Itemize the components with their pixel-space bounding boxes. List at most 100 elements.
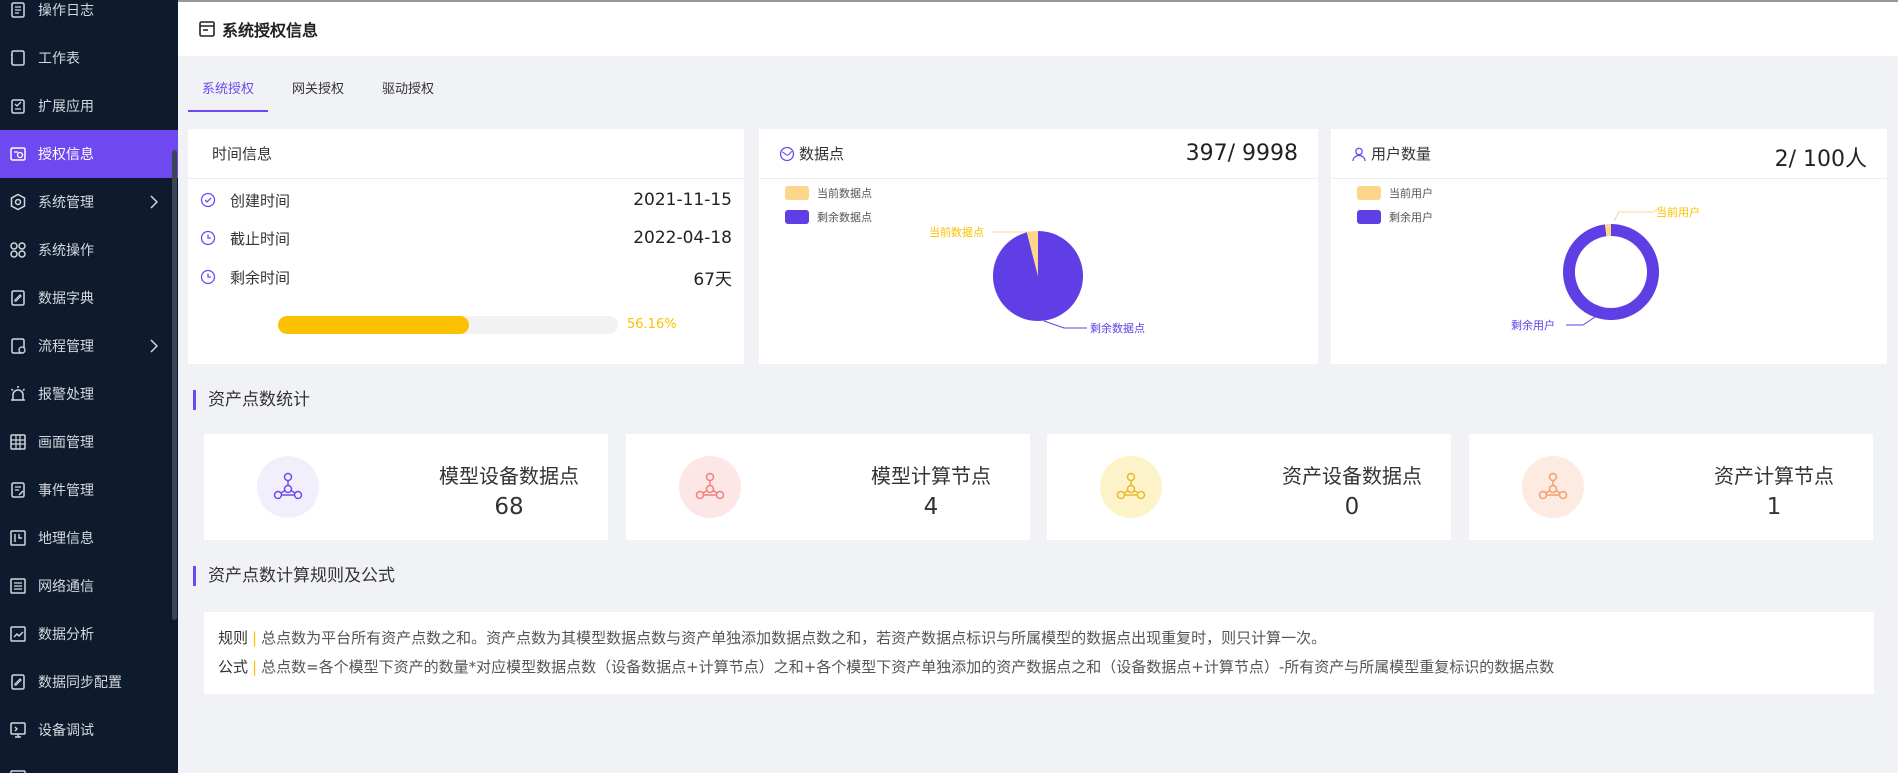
sidebar-item-event-management[interactable]: 事件管理 — [0, 466, 178, 514]
sidebar-item-flow-management[interactable]: 流程管理 — [0, 322, 178, 370]
stat-label: 资产计算节点 — [1714, 464, 1834, 488]
sidebar-item-label: 设备调试 — [38, 723, 94, 739]
user-total: 2/ 100人 — [1774, 147, 1867, 172]
stat-value: 0 — [1344, 494, 1360, 520]
sidebar-item-label: 工作表 — [38, 51, 80, 67]
rules-section-title: 资产点数计算规则及公式 — [193, 566, 395, 586]
sidebar-item-more[interactable] — [0, 754, 178, 773]
datapoint-pie-chart: 当前数据点 剩余数据点 — [929, 225, 1145, 335]
leader-line-remaining — [1043, 320, 1087, 329]
time-info-card: 时间信息 创建时间 2021-11-15 截止时间 2022-04-18 剩余时… — [188, 129, 744, 364]
sidebar-item-operation-log[interactable]: 操作日志 — [0, 0, 178, 34]
stat-value: 1 — [1766, 494, 1782, 520]
sidebar-item-data-dictionary[interactable]: 数据字典 — [0, 274, 178, 322]
check-circle-icon — [200, 192, 216, 208]
sidebar-item-geo-info[interactable]: 地理信息 — [0, 514, 178, 562]
formula-line: 公式 | 总点数=各个模型下资产的数量*对应模型数据点数（设备数据点+计算节点）之和… — [218, 653, 1860, 682]
page-title: 系统授权信息 — [222, 21, 319, 40]
map-icon — [8, 528, 28, 548]
stat-icon-circle — [257, 456, 319, 518]
clock-icon — [200, 230, 216, 246]
stat-value: 68 — [494, 494, 524, 520]
tab-gateway-license[interactable]: 网关授权 — [278, 74, 358, 112]
analysis-icon — [8, 624, 28, 644]
sidebar-item-analysis[interactable]: 数据分析 — [0, 610, 178, 658]
sidebar-item-label: 授权信息 — [38, 147, 94, 163]
network-nodes-icon — [1116, 472, 1146, 500]
clock-icon — [200, 269, 216, 285]
stat-label: 模型计算节点 — [871, 464, 991, 488]
sidebar-item-device-debug[interactable]: 设备调试 — [0, 706, 178, 754]
sidebar-scrollbar[interactable] — [172, 150, 177, 620]
stat-icon-circle — [1522, 456, 1584, 518]
row-label: 创建时间 — [230, 191, 291, 210]
row-value: 67天 — [693, 269, 732, 290]
event-icon — [8, 480, 28, 500]
sidebar-item-label: 报警处理 — [38, 387, 94, 403]
alarm-icon — [8, 384, 28, 404]
sidebar-item-label: 数据字典 — [38, 291, 94, 307]
pie-label-remaining: 剩余用户 — [1511, 318, 1555, 332]
donut-slice-remaining — [1563, 224, 1659, 320]
screen-icon — [8, 432, 28, 452]
sidebar-item-system-operation[interactable]: 系统操作 — [0, 226, 178, 274]
sidebar-item-system-management[interactable]: 系统管理 — [0, 178, 178, 226]
sidebar-item-screen-management[interactable]: 画面管理 — [0, 418, 178, 466]
leader-line-current — [1613, 205, 1663, 222]
sidebar-item-label: 扩展应用 — [38, 99, 94, 115]
user-count-card: 用户数量 2/ 100人 当前用户 剩余用户 当前用户 剩余用户 — [1331, 129, 1887, 364]
rule-key: 规则 — [218, 629, 249, 647]
sidebar-item-label: 事件管理 — [38, 483, 94, 499]
card-header: 数据点 397/ 9998 — [759, 129, 1318, 179]
stat-card-asset-compute: 资产计算节点 1 — [1469, 434, 1873, 540]
deadline-time-row: 截止时间 2022-04-18 — [200, 226, 732, 250]
row-value: 2022-04-18 — [633, 228, 732, 248]
rule-line: 规则 | 总点数为平台所有资产点数之和。资产点数为其模型数据点数与资产单独添加数据点… — [218, 624, 1860, 653]
formula-text: 总点数=各个模型下资产的数量*对应模型数据点数（设备数据点+计算节点）之和+各个… — [261, 658, 1555, 676]
sidebar-item-label: 系统管理 — [38, 195, 94, 211]
rules-box: 规则 | 总点数为平台所有资产点数之和。资产点数为其模型数据点数与资产单独添加数据点… — [204, 612, 1874, 694]
user-donut-chart: 当前用户 剩余用户 — [1511, 205, 1700, 332]
more-icon — [8, 768, 28, 773]
tab-bar: 系统授权 网关授权 驱动授权 — [188, 74, 458, 112]
sidebar-item-network[interactable]: 网络通信 — [0, 562, 178, 610]
datapoint-total: 397/ 9998 — [1185, 141, 1298, 166]
network-icon — [8, 576, 28, 596]
sidebar-item-data-sync[interactable]: 数据同步配置 — [0, 658, 178, 706]
sidebar-item-label: 数据分析 — [38, 627, 94, 643]
stat-label: 资产设备数据点 — [1282, 464, 1422, 488]
card-title: 时间信息 — [212, 145, 273, 163]
tab-system-license[interactable]: 系统授权 — [188, 74, 269, 112]
sidebar-item-alarm[interactable]: 报警处理 — [0, 370, 178, 418]
row-value: 2021-11-15 — [633, 190, 732, 210]
license-icon — [8, 144, 28, 164]
stat-icon-circle — [1100, 456, 1162, 518]
remaining-time-row: 剩余时间 67天 — [200, 265, 732, 290]
time-progress-bar — [278, 316, 618, 334]
stat-label: 模型设备数据点 — [439, 464, 579, 488]
sidebar: 操作日志 工作表 扩展应用 授权信息 系统管理 系统操作 数据字典 流程管理 报… — [0, 0, 178, 773]
sidebar-item-license[interactable]: 授权信息 — [0, 130, 178, 178]
gear-icon — [8, 192, 28, 212]
user-icon — [1352, 147, 1366, 161]
sidebar-item-label: 流程管理 — [38, 339, 94, 355]
chevron-right-icon — [150, 339, 158, 353]
sidebar-item-label: 网络通信 — [38, 579, 94, 595]
page-header: 系统授权信息 — [178, 0, 1898, 56]
separator: | — [252, 629, 258, 647]
flow-icon — [8, 336, 28, 356]
log-icon — [8, 0, 28, 20]
globe-icon — [779, 146, 795, 161]
row-label: 剩余时间 — [230, 268, 291, 287]
debug-icon — [8, 720, 28, 740]
pie-label-current: 当前数据点 — [929, 225, 984, 239]
sidebar-item-label: 系统操作 — [38, 243, 94, 259]
created-time-row: 创建时间 2021-11-15 — [200, 188, 732, 212]
tab-driver-license[interactable]: 驱动授权 — [368, 74, 448, 112]
stat-card-model-device: 模型设备数据点 68 — [204, 434, 608, 540]
sidebar-item-extension[interactable]: 扩展应用 — [0, 82, 178, 130]
sidebar-item-label: 地理信息 — [38, 531, 94, 547]
stat-card-model-compute: 模型计算节点 4 — [626, 434, 1030, 540]
card-header: 用户数量 2/ 100人 — [1331, 129, 1887, 179]
sidebar-item-worksheet[interactable]: 工作表 — [0, 34, 178, 82]
